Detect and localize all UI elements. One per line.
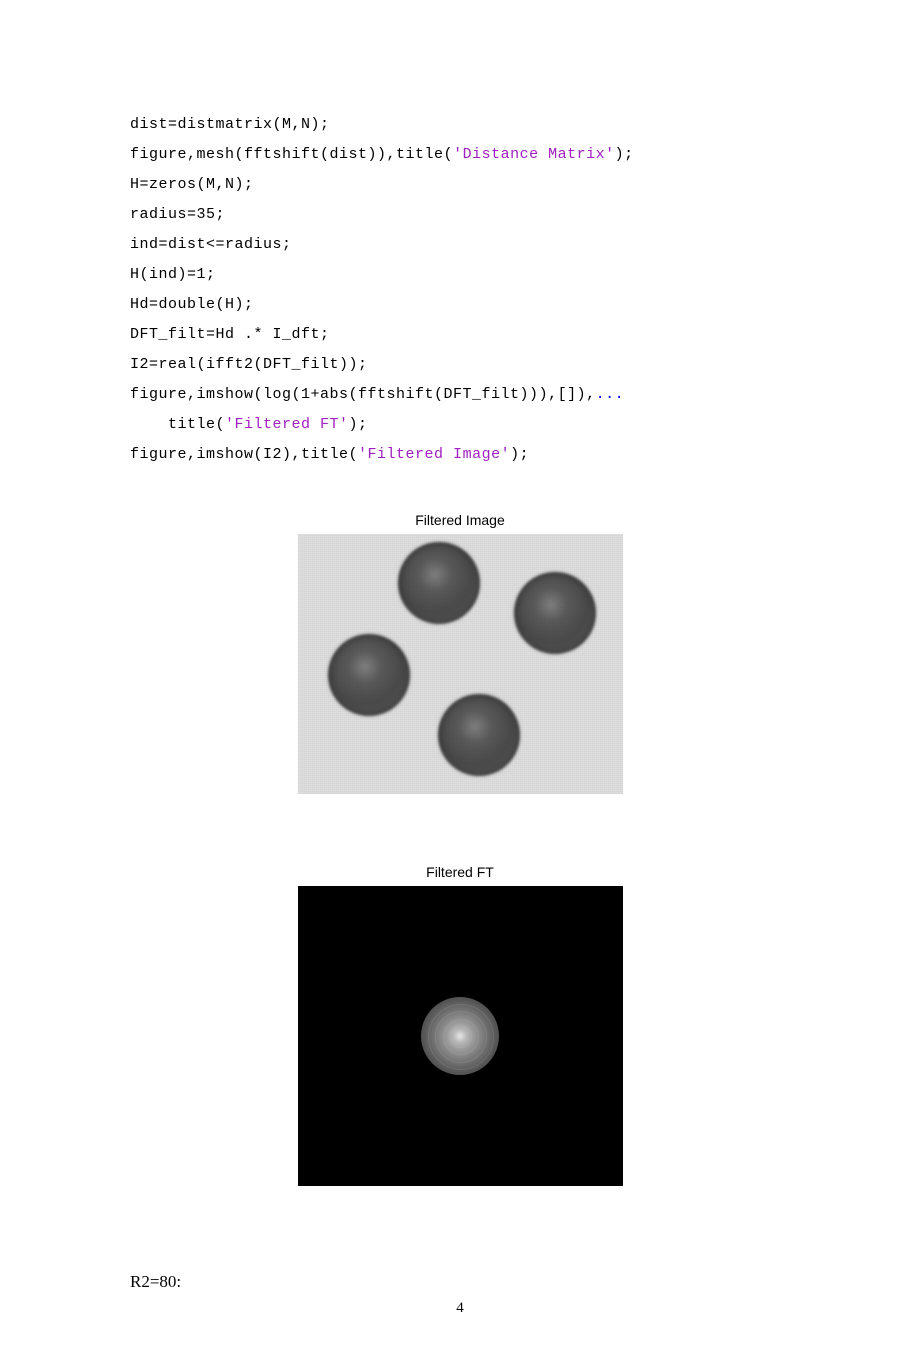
code-line: I2=real(ifft2(DFT_filt)); xyxy=(130,356,368,373)
code-text: ); xyxy=(349,416,368,433)
code-block: dist=distmatrix(M,N); figure,mesh(fftshi… xyxy=(130,110,790,470)
page-content: dist=distmatrix(M,N); figure,mesh(fftshi… xyxy=(0,0,920,1357)
string-literal: 'Distance Matrix' xyxy=(453,146,615,163)
code-text: ); xyxy=(510,446,529,463)
code-line: figure,mesh(fftshift(dist)),title( xyxy=(130,146,453,163)
filtered-image xyxy=(298,534,623,794)
ring-icon xyxy=(428,1004,494,1070)
code-line: title( xyxy=(130,416,225,433)
coin-icon xyxy=(438,694,520,776)
code-line: ind=dist<=radius; xyxy=(130,236,292,253)
filtered-ft-image xyxy=(298,886,623,1186)
code-line: DFT_filt=Hd .* I_dft; xyxy=(130,326,330,343)
continuation-ellipsis: ... xyxy=(596,386,625,403)
ft-spectrum-icon xyxy=(421,997,499,1075)
string-literal: 'Filtered Image' xyxy=(358,446,510,463)
code-text: ); xyxy=(615,146,634,163)
bottom-label: R2=80: xyxy=(130,1272,790,1292)
code-line: radius=35; xyxy=(130,206,225,223)
code-line: Hd=double(H); xyxy=(130,296,254,313)
coin-icon xyxy=(398,542,480,624)
coin-icon xyxy=(328,634,410,716)
code-line: figure,imshow(log(1+abs(fftshift(DFT_fil… xyxy=(130,386,596,403)
code-line: H=zeros(M,N); xyxy=(130,176,254,193)
coin-icon xyxy=(514,572,596,654)
figure-filtered-image: Filtered Image xyxy=(130,512,790,794)
code-line: H(ind)=1; xyxy=(130,266,216,283)
code-line: dist=distmatrix(M,N); xyxy=(130,116,330,133)
page-number: 4 xyxy=(130,1300,790,1317)
string-literal: 'Filtered FT' xyxy=(225,416,349,433)
figure-title: Filtered Image xyxy=(415,512,504,528)
figure-title: Filtered FT xyxy=(426,864,494,880)
figure-filtered-ft: Filtered FT xyxy=(130,864,790,1186)
code-line: figure,imshow(I2),title( xyxy=(130,446,358,463)
